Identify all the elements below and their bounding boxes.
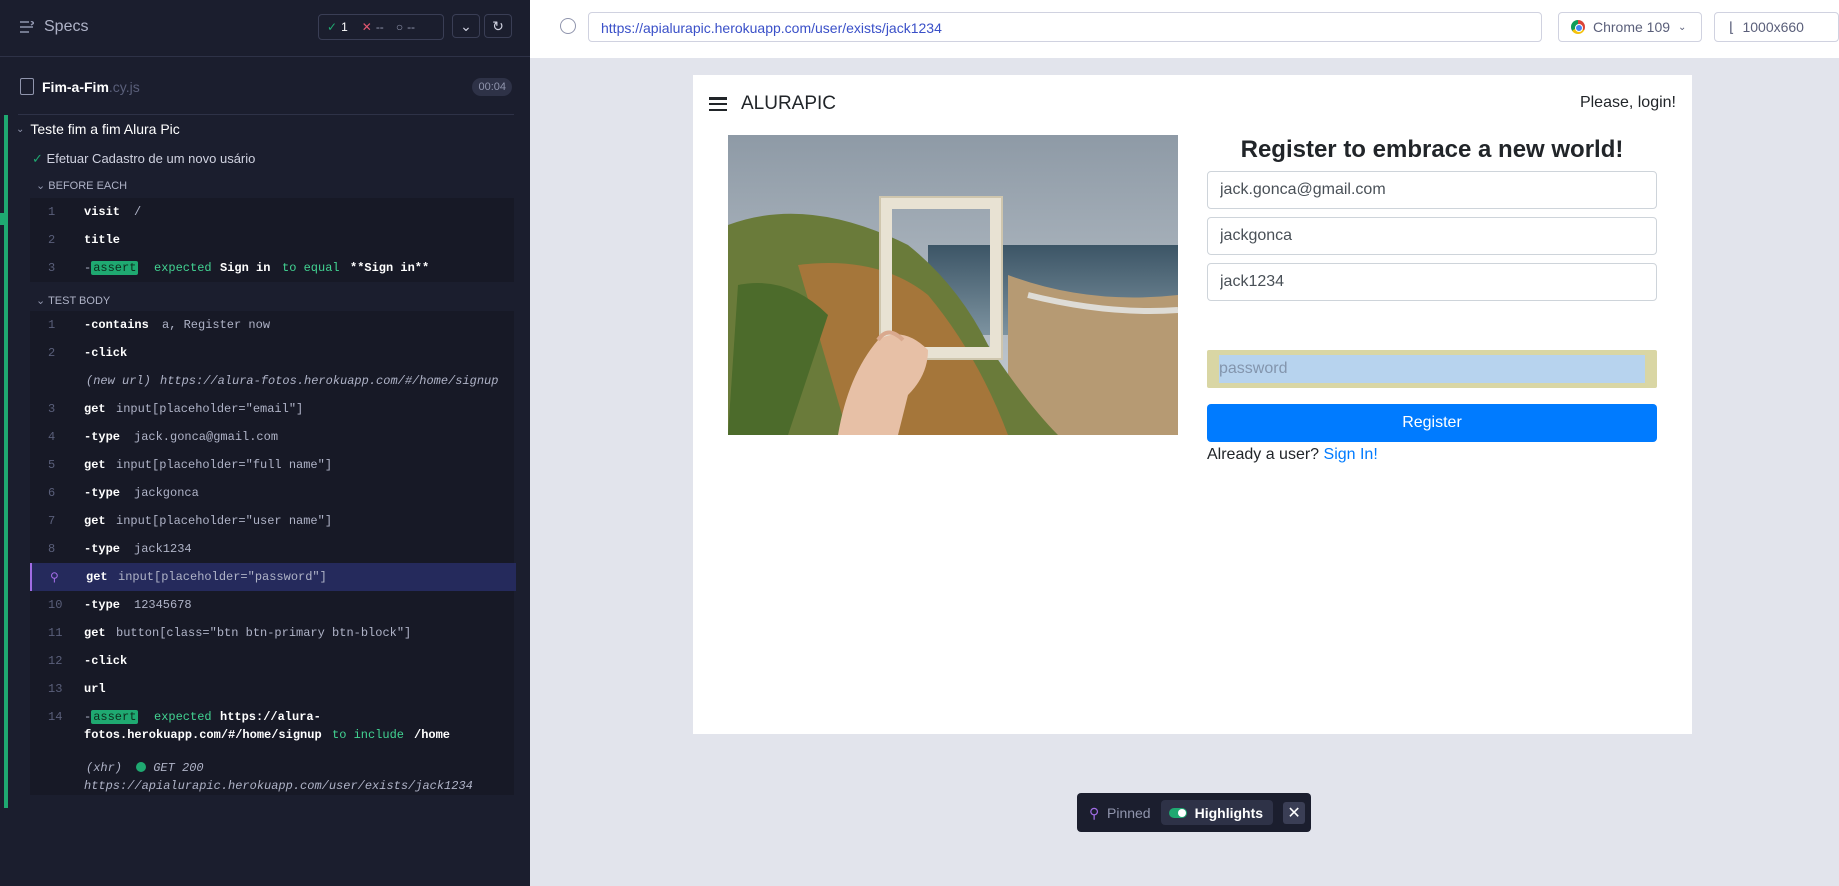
app-frame: ALURAPIC Please, login! Register to embr… <box>693 75 1692 734</box>
browser-selector[interactable]: Chrome 109 ⌄ <box>1558 12 1702 42</box>
password-highlight <box>1207 350 1657 388</box>
chevron-down-icon: ⌄ <box>16 123 25 135</box>
ruler-icon: ⌊ <box>1729 18 1735 35</box>
command-row[interactable]: 6 -type jackgonca <box>30 479 514 507</box>
close-icon[interactable]: ✕ <box>1283 801 1306 824</box>
spec-file-row: Fim-a-Fim.cy.js 00:04 <box>0 70 530 104</box>
chevron-down-icon: ⌄ <box>460 17 472 34</box>
command-row[interactable]: 11 get button[class="btn btn-primary btn… <box>30 619 514 647</box>
rerun-button[interactable]: ↻ <box>484 14 512 38</box>
viewport-size[interactable]: ⌊ 1000x660 <box>1714 12 1839 42</box>
menu-icon[interactable] <box>709 97 727 111</box>
command-row[interactable]: 2 -click <box>30 339 514 367</box>
xhr-row[interactable]: (xhr) GET 200 https://apialurapic.heroku… <box>30 755 514 795</box>
command-row[interactable]: 1 visit / <box>30 198 514 226</box>
pending-icon: ○ <box>395 20 404 34</box>
selector-playground-icon[interactable] <box>560 18 576 34</box>
sign-in-link[interactable]: Sign In! <box>1324 446 1378 463</box>
url-bar[interactable]: https://apialurapic.herokuapp.com/user/e… <box>588 12 1542 42</box>
command-row[interactable]: 3 - assert expected Sign in to equal **Si… <box>30 254 514 282</box>
failed-count: -- <box>375 20 384 34</box>
assert-badge: assert <box>91 710 139 724</box>
test-title[interactable]: ✓ Efetuar Cadastro de um novo usário <box>32 151 255 167</box>
divider <box>18 114 514 115</box>
chevron-down-icon: ⌄ <box>1678 21 1687 33</box>
assert-badge: assert <box>91 261 139 275</box>
status-dot-icon <box>136 762 146 772</box>
cypress-reporter-panel: Specs ✓ 1 ✕ -- ○ -- ⌄ ↻ Fim-a-Fim.cy.js 00:… <box>0 0 530 886</box>
hero-image <box>728 135 1178 435</box>
command-row[interactable]: 13 url <box>30 675 514 703</box>
command-row[interactable]: 10 -type 12345678 <box>30 591 514 619</box>
document-icon <box>20 78 34 95</box>
command-row[interactable]: 14 - assert expected https://alura- fotos… <box>30 703 514 747</box>
check-icon: ✓ <box>32 151 43 166</box>
highlights-toggle[interactable]: Highlights <box>1160 800 1274 825</box>
command-row[interactable]: 3 get input[placeholder="email"] <box>30 395 514 423</box>
command-row[interactable]: 8 -type jack1234 <box>30 535 514 563</box>
user-name-field[interactable] <box>1207 263 1657 301</box>
email-field[interactable] <box>1207 171 1657 209</box>
pin-icon: ⚲ <box>1089 804 1100 821</box>
before-each-commands: 1 visit / 2 title 3 - assert expected Sig… <box>30 198 514 282</box>
pinned-label: Pinned <box>1107 804 1151 821</box>
already-user-text: Already a user? Sign In! <box>1207 446 1378 463</box>
passed-count: 1 <box>341 20 348 34</box>
xhr-status: GET 200 <box>136 761 204 775</box>
x-icon: ✕ <box>361 20 372 34</box>
command-row[interactable]: 4 -type jack.gonca@gmail.com <box>30 423 514 451</box>
command-row[interactable]: 2 title <box>30 226 514 254</box>
register-button[interactable]: Register <box>1207 404 1657 442</box>
specs-toggle[interactable]: Specs <box>20 18 88 36</box>
chevron-down-icon: ⌄ <box>36 295 46 307</box>
app-brand[interactable]: ALURAPIC <box>709 93 836 115</box>
aut-header: https://apialurapic.herokuapp.com/user/e… <box>530 0 1839 58</box>
command-row[interactable]: 1 -contains a, Register now <box>30 311 514 339</box>
pinned-bar: ⚲ Pinned Highlights ✕ <box>1077 793 1311 832</box>
form-title: Register to embrace a new world! <box>1240 136 1624 163</box>
command-row[interactable]: 5 get input[placeholder="full name"] <box>30 451 514 479</box>
pass-indicator <box>0 213 6 225</box>
refresh-icon: ↻ <box>492 17 504 34</box>
command-row[interactable]: 7 get input[placeholder="user name"] <box>30 507 514 535</box>
full-name-field[interactable] <box>1207 217 1657 255</box>
specs-list-icon <box>20 21 34 33</box>
chrome-icon <box>1571 20 1585 34</box>
command-row-pinned[interactable]: ⚲ get input[placeholder="password"] <box>30 563 516 591</box>
toggle-icon <box>1168 807 1187 818</box>
login-link[interactable]: Please, login! <box>1580 94 1676 112</box>
spec-file-name: Fim-a-Fim.cy.js <box>42 79 140 95</box>
before-each-header[interactable]: ⌄ BEFORE EACH <box>36 179 127 192</box>
pin-icon: ⚲ <box>50 571 59 585</box>
command-row[interactable]: (new url) https://alura-fotos.herokuapp.… <box>30 367 514 395</box>
check-icon: ✓ <box>327 20 338 34</box>
test-body-header[interactable]: ⌄ TEST BODY <box>36 294 110 307</box>
test-stats: ✓ 1 ✕ -- ○ -- <box>318 14 444 40</box>
collapse-button[interactable]: ⌄ <box>452 14 480 38</box>
password-field[interactable] <box>1219 355 1645 383</box>
chevron-down-icon: ⌄ <box>36 180 46 192</box>
specs-header: Specs ✓ 1 ✕ -- ○ -- ⌄ ↻ <box>0 0 530 57</box>
suite-title[interactable]: ⌄ Teste fim a fim Alura Pic <box>16 121 180 137</box>
pending-count: -- <box>407 20 416 34</box>
command-row[interactable]: 12 -click <box>30 647 514 675</box>
specs-label: Specs <box>44 18 89 35</box>
spec-duration: 00:04 <box>472 78 512 96</box>
test-body-commands: 1 -contains a, Register now 2 -click (ne… <box>30 311 516 795</box>
application-under-test: https://apialurapic.herokuapp.com/user/e… <box>530 0 1839 886</box>
